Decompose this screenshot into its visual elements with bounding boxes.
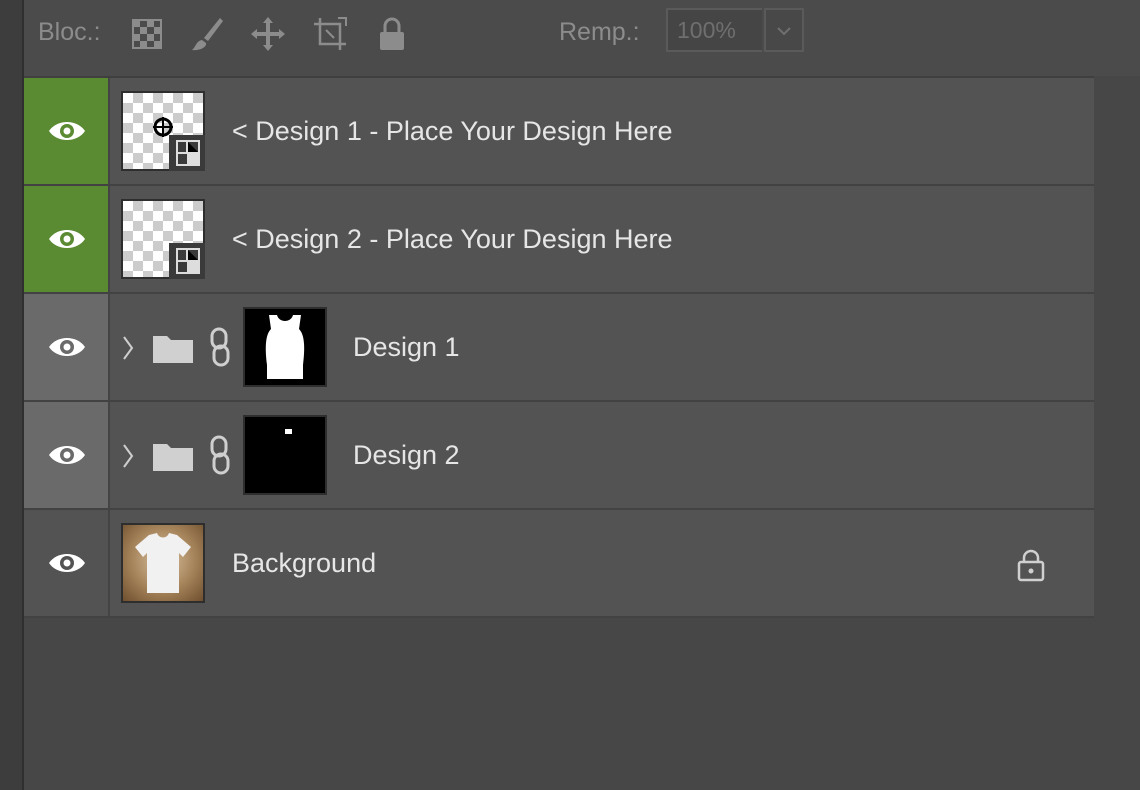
tshirt-photo-icon (135, 533, 191, 593)
lock-icon (1017, 549, 1045, 582)
layer-row[interactable]: Design 2 (24, 402, 1094, 510)
link-icon[interactable] (208, 327, 232, 367)
layers-list: < Design 1 - Place Your Design Here < De… (24, 78, 1094, 618)
layer-row[interactable]: < Design 1 - Place Your Design Here (24, 78, 1094, 186)
eye-icon (49, 446, 85, 464)
layer-thumbnail (121, 91, 205, 171)
chevron-down-icon (777, 27, 791, 36)
mask-spot (285, 429, 292, 434)
visibility-toggle[interactable] (24, 78, 110, 184)
eye-icon (49, 338, 85, 356)
visibility-toggle[interactable] (24, 186, 110, 292)
chevron-right-icon[interactable] (120, 334, 136, 362)
fill-opacity-dropdown[interactable] (764, 8, 804, 52)
fill-label: Remp.: (559, 18, 640, 46)
layer-name[interactable]: Background (232, 548, 376, 579)
lock-label: Bloc.: (38, 18, 101, 46)
lock-position-icon[interactable] (248, 14, 288, 54)
layer-name[interactable]: Design 2 (353, 440, 460, 471)
smart-object-icon (169, 135, 205, 171)
panel-scroll-gutter (1094, 76, 1140, 790)
fill-opacity-input[interactable]: 100% (666, 8, 762, 52)
lock-transparent-pixels-icon[interactable] (128, 14, 168, 54)
layer-mask-thumbnail[interactable] (243, 415, 327, 495)
lock-image-pixels-icon[interactable] (188, 14, 228, 54)
layer-mask-thumbnail[interactable] (243, 307, 327, 387)
layer-row[interactable]: Design 1 (24, 294, 1094, 402)
layer-row[interactable]: < Design 2 - Place Your Design Here (24, 186, 1094, 294)
eye-icon (49, 554, 85, 572)
layer-name[interactable]: < Design 1 - Place Your Design Here (232, 116, 673, 147)
layer-name[interactable]: Design 1 (353, 332, 460, 363)
eye-icon (49, 230, 85, 248)
folder-icon (153, 336, 193, 363)
eye-icon (49, 122, 85, 140)
layers-lock-toolbar: Bloc.: Remp.: 100% (24, 0, 1140, 78)
visibility-toggle[interactable] (24, 294, 110, 400)
layer-name[interactable]: < Design 2 - Place Your Design Here (232, 224, 673, 255)
lock-all-icon[interactable] (372, 14, 412, 54)
folder-icon (153, 444, 193, 471)
layer-row[interactable]: Background (24, 510, 1094, 618)
visibility-toggle[interactable] (24, 510, 110, 616)
visibility-toggle[interactable] (24, 402, 110, 508)
lock-artboard-icon[interactable] (310, 14, 350, 54)
layer-thumbnail (121, 523, 205, 603)
chevron-right-icon[interactable] (120, 442, 136, 470)
tank-top-mask-icon (265, 315, 305, 379)
smart-object-icon (169, 243, 205, 279)
link-icon[interactable] (208, 435, 232, 475)
layer-thumbnail (121, 199, 205, 279)
panel-left-edge (0, 0, 24, 790)
